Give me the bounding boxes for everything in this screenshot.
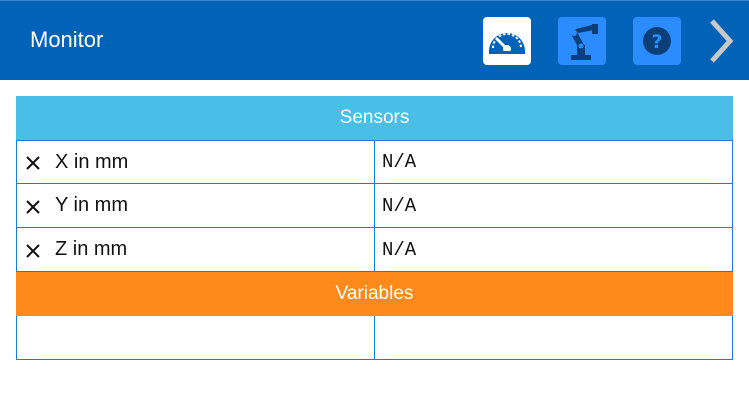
robot-button[interactable] bbox=[558, 17, 606, 65]
close-icon[interactable] bbox=[25, 199, 41, 215]
sensor-name-cell: Z in mm bbox=[16, 228, 374, 272]
sensor-name-cell: Y in mm bbox=[16, 184, 374, 228]
sensor-value-cell: N/A bbox=[374, 140, 733, 184]
variables-section-header: Variables bbox=[16, 272, 733, 316]
close-icon[interactable] bbox=[25, 243, 41, 259]
sensor-label: X in mm bbox=[55, 150, 129, 173]
sensor-value-cell: N/A bbox=[374, 184, 733, 228]
sensor-label: Z in mm bbox=[55, 238, 128, 260]
app-header: Monitor ? bbox=[0, 0, 749, 80]
sensor-row: X in mm N/A bbox=[16, 140, 733, 184]
sensor-label: Y in mm bbox=[55, 194, 128, 216]
close-icon[interactable] bbox=[25, 155, 41, 171]
monitor-table: Sensors X in mm N/A Y in mm N/A Z in mm … bbox=[16, 96, 733, 360]
variable-value-cell bbox=[374, 316, 733, 360]
variable-row bbox=[16, 316, 733, 360]
page-title: Monitor bbox=[30, 27, 104, 52]
sensor-value-cell: N/A bbox=[374, 228, 733, 272]
variable-name-cell bbox=[16, 316, 374, 360]
monitor-button[interactable] bbox=[483, 17, 531, 65]
svg-text:?: ? bbox=[651, 31, 662, 53]
sensor-row: Z in mm N/A bbox=[16, 228, 733, 272]
next-button[interactable] bbox=[704, 17, 740, 65]
sensors-section-header: Sensors bbox=[16, 96, 733, 140]
sensor-row: Y in mm N/A bbox=[16, 184, 733, 228]
help-button[interactable]: ? bbox=[633, 17, 681, 65]
sensor-name-cell: X in mm bbox=[16, 140, 374, 184]
chevron-right-icon bbox=[710, 19, 734, 63]
robot-arm-icon bbox=[571, 24, 598, 60]
question-mark-icon: ? bbox=[643, 27, 671, 55]
speedometer-icon bbox=[489, 33, 525, 54]
